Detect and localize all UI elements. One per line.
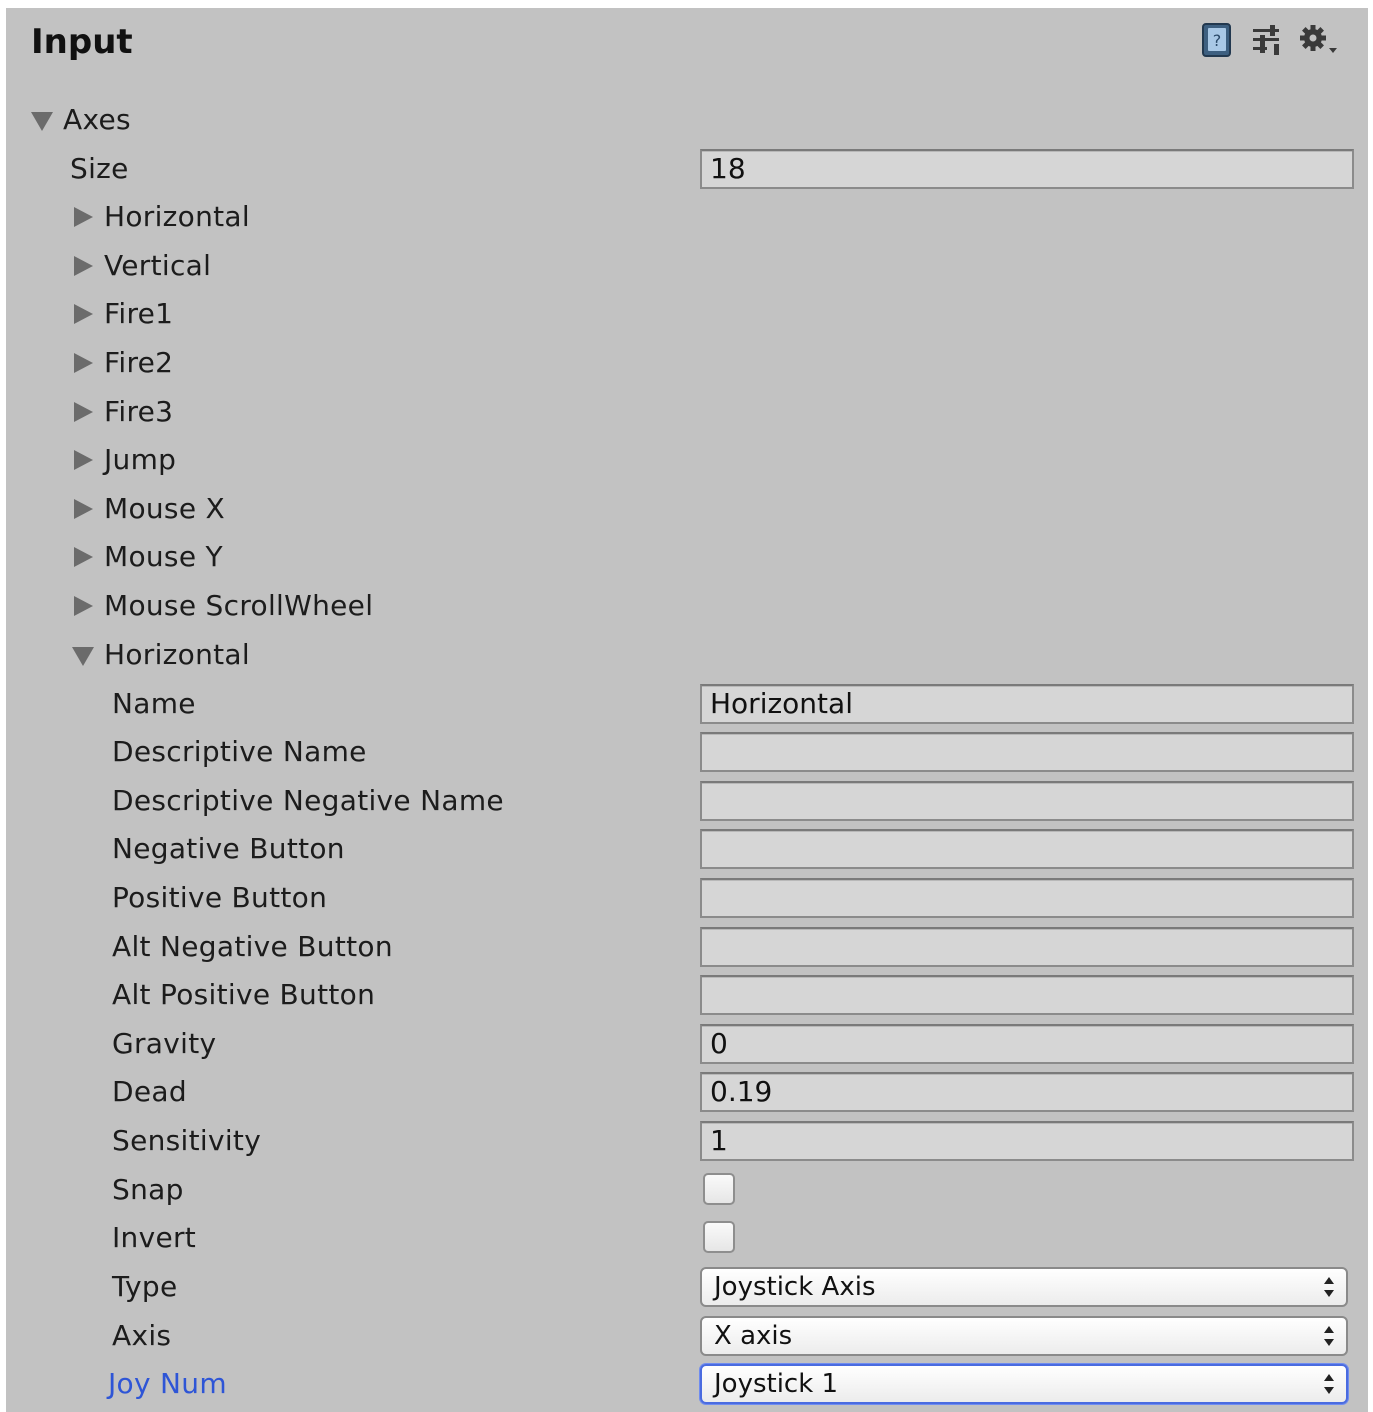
type-row: Type Joystick Axis: [6, 1264, 1368, 1310]
dropdown-arrows-icon: [1324, 1374, 1334, 1394]
triangle-right-icon: [74, 547, 93, 567]
axis-item-label: Fire2: [104, 346, 174, 379]
triangle-right-icon: [74, 450, 93, 470]
dead-label: Dead: [112, 1075, 187, 1108]
size-row: Size: [6, 146, 1368, 192]
axis-item-label: Fire1: [104, 297, 174, 330]
axis-item-label: Fire3: [104, 395, 174, 428]
snap-row: Snap: [6, 1167, 1368, 1213]
descriptive-negative-name-row: Descriptive Negative Name: [6, 778, 1368, 824]
negative-button-field[interactable]: [700, 829, 1354, 869]
gravity-field[interactable]: [700, 1024, 1354, 1064]
axis-dropdown[interactable]: X axis: [700, 1316, 1348, 1356]
axis-item-vertical[interactable]: Vertical: [6, 243, 1368, 289]
sensitivity-field[interactable]: [700, 1121, 1354, 1161]
triangle-right-icon: [74, 402, 93, 422]
positive-button-row: Positive Button: [6, 875, 1368, 921]
alt-positive-button-label: Alt Positive Button: [112, 978, 376, 1011]
invert-row: Invert: [6, 1215, 1368, 1261]
positive-button-label: Positive Button: [112, 881, 328, 914]
settings-gear-icon[interactable]: [1300, 24, 1338, 56]
axis-item-mouse-scrollwheel[interactable]: Mouse ScrollWheel: [6, 583, 1368, 629]
alt-negative-button-label: Alt Negative Button: [112, 930, 393, 963]
axis-item-jump[interactable]: Jump: [6, 437, 1368, 483]
axis-item-fire1[interactable]: Fire1: [6, 291, 1368, 337]
dropdown-arrows-icon: [1324, 1277, 1334, 1297]
triangle-down-icon: [72, 647, 94, 666]
descriptive-name-row: Descriptive Name: [6, 729, 1368, 775]
joy-num-label: Joy Num: [108, 1367, 227, 1400]
axis-item-fire3[interactable]: Fire3: [6, 389, 1368, 435]
invert-label: Invert: [112, 1221, 197, 1254]
triangle-right-icon: [74, 256, 93, 276]
type-label: Type: [112, 1270, 178, 1303]
axis-item-label: Horizontal: [104, 638, 250, 671]
axis-item-horizontal[interactable]: Horizontal: [6, 194, 1368, 240]
triangle-right-icon: [74, 596, 93, 616]
triangle-down-icon: [31, 112, 53, 131]
alt-negative-button-row: Alt Negative Button: [6, 924, 1368, 970]
type-dropdown-value: Joystick Axis: [714, 1272, 876, 1302]
gravity-label: Gravity: [112, 1027, 217, 1060]
axis-item-mouse-y[interactable]: Mouse Y: [6, 534, 1368, 580]
joy-num-dropdown[interactable]: Joystick 1: [700, 1364, 1348, 1404]
sensitivity-label: Sensitivity: [112, 1124, 262, 1157]
triangle-right-icon: [74, 353, 93, 373]
snap-label: Snap: [112, 1173, 184, 1206]
dead-field[interactable]: [700, 1072, 1354, 1112]
preset-sliders-icon[interactable]: [1252, 24, 1282, 56]
axis-item-horizontal-expanded[interactable]: Horizontal: [6, 632, 1368, 678]
alt-positive-button-field[interactable]: [700, 975, 1354, 1015]
name-row: Name: [6, 681, 1368, 727]
axis-dropdown-value: X axis: [714, 1321, 793, 1351]
axis-item-label: Mouse X: [104, 492, 226, 525]
input-manager-panel: Input ? Axes Size 18 Horizontal Vertical…: [6, 8, 1368, 1412]
name-field[interactable]: [700, 684, 1354, 724]
dead-row: Dead: [6, 1069, 1368, 1115]
size-label: Size: [70, 152, 129, 185]
triangle-right-icon: [74, 207, 93, 227]
svg-text:?: ?: [1213, 31, 1222, 50]
sensitivity-row: Sensitivity: [6, 1118, 1368, 1164]
axes-label: Axes: [63, 103, 131, 136]
help-book-icon[interactable]: ?: [1200, 22, 1234, 58]
type-dropdown[interactable]: Joystick Axis: [700, 1267, 1348, 1307]
axes-foldout[interactable]: Axes: [6, 97, 1368, 143]
descriptive-negative-name-field[interactable]: [700, 781, 1354, 821]
axis-item-label: Mouse Y: [104, 540, 223, 573]
axis-item-mouse-x[interactable]: Mouse X: [6, 486, 1368, 532]
negative-button-row: Negative Button: [6, 826, 1368, 872]
snap-checkbox[interactable]: [703, 1173, 735, 1205]
joy-num-dropdown-value: Joystick 1: [714, 1369, 839, 1399]
header-icons: ?: [1200, 22, 1338, 58]
triangle-right-icon: [74, 304, 93, 324]
positive-button-field[interactable]: [700, 878, 1354, 918]
axis-item-label: Jump: [104, 443, 177, 476]
descriptive-negative-name-label: Descriptive Negative Name: [112, 784, 504, 817]
alt-positive-button-row: Alt Positive Button: [6, 972, 1368, 1018]
axis-label: Axis: [112, 1319, 172, 1352]
name-label: Name: [112, 687, 196, 720]
alt-negative-button-field[interactable]: [700, 927, 1354, 967]
axis-item-label: Mouse ScrollWheel: [104, 589, 374, 622]
gravity-row: Gravity: [6, 1021, 1368, 1067]
triangle-right-icon: [74, 499, 93, 519]
panel-title: Input: [31, 22, 133, 62]
size-field[interactable]: [700, 149, 1354, 189]
invert-checkbox[interactable]: [703, 1221, 735, 1253]
axis-row: Axis X axis: [6, 1313, 1368, 1359]
descriptive-name-label: Descriptive Name: [112, 735, 367, 768]
dropdown-arrows-icon: [1324, 1326, 1334, 1346]
axis-item-fire2[interactable]: Fire2: [6, 340, 1368, 386]
negative-button-label: Negative Button: [112, 832, 345, 865]
joy-num-row: Joy Num Joystick 1: [6, 1361, 1368, 1407]
axis-item-label: Horizontal: [104, 200, 250, 233]
axis-item-label: Vertical: [104, 249, 212, 282]
descriptive-name-field[interactable]: [700, 732, 1354, 772]
